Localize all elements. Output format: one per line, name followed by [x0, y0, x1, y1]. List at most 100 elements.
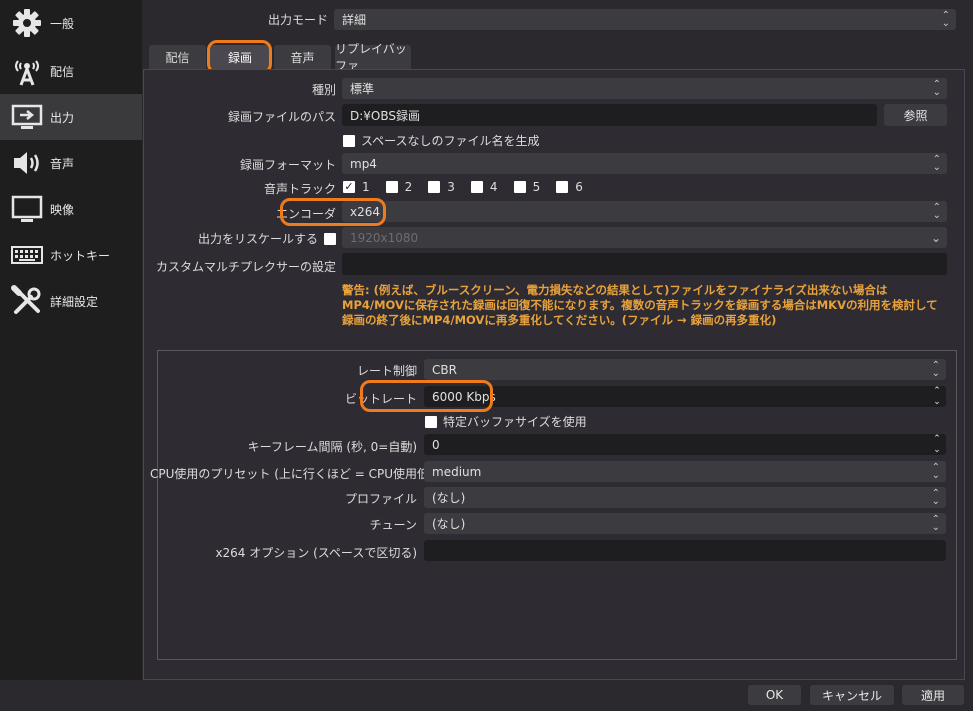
gear-icon [10, 6, 44, 40]
recording-format-value: mp4 [350, 156, 377, 171]
mp4-warning-text: 警告: (例えば、ブルースクリーン、電力損失などの結果として)ファイルをファイナ… [342, 283, 938, 327]
custom-buffer-label: 特定バッファサイズを使用 [443, 415, 587, 429]
nospace-checkbox-row[interactable]: スペースなしのファイル名を生成 [343, 132, 540, 149]
x264-options-label: x264 オプション (スペースで区切る) [215, 546, 417, 560]
recording-path-label: 録画ファイルのパス [227, 110, 336, 124]
track-1-checkbox[interactable]: ✓ [343, 181, 355, 193]
profile-select[interactable]: (なし) ⌃ ⌄ [424, 487, 946, 508]
monitor-icon [10, 192, 44, 226]
up-down-chevron-icon: ⌃ ⌄ [932, 153, 941, 173]
nospace-label: スペースなしのファイル名を生成 [361, 134, 540, 148]
browse-button[interactable]: 参照 [884, 104, 947, 126]
audio-tracks-group: ✓ 1 2 3 4 5 6 [343, 180, 583, 194]
sidebar-item-advanced[interactable]: 詳細設定 [0, 278, 142, 324]
spin-down-icon[interactable]: ⌄ [928, 445, 946, 456]
sidebar-item-output[interactable]: 出力 [0, 94, 142, 140]
sidebar-item-label: 出力 [50, 110, 75, 125]
preset-select[interactable]: medium ⌃ ⌄ [424, 461, 946, 482]
recording-type-select[interactable]: 標準 ⌃ ⌄ [342, 78, 947, 99]
track-5-checkbox[interactable] [513, 181, 526, 193]
encoder-highlight [280, 198, 386, 226]
nospace-checkbox[interactable] [343, 134, 355, 147]
keyboard-icon [10, 238, 44, 272]
track-label: 2 [404, 180, 413, 194]
sidebar-item-general[interactable]: 一般 [0, 0, 142, 46]
bitrate-spinner[interactable]: ⌃ ⌄ [928, 386, 946, 407]
settings-sidebar: 一般 配信 出力 音声 映像 ホットキー 詳細設定 [0, 0, 142, 680]
tab-label: 配信 [165, 50, 190, 65]
tools-icon [10, 284, 44, 318]
bitrate-highlight [360, 380, 493, 412]
encoder-select[interactable]: x264 ⌃ ⌄ [342, 201, 947, 222]
rate-control-value: CBR [432, 362, 457, 377]
sidebar-item-label: 映像 [50, 202, 75, 217]
muxer-input[interactable] [342, 253, 947, 275]
sidebar-item-video[interactable]: 映像 [0, 186, 142, 232]
custom-buffer-checkbox[interactable] [425, 415, 437, 428]
tab-replay-buffer[interactable]: リプレイバッファ [335, 42, 411, 73]
keyframe-spinner[interactable]: ⌃ ⌄ [928, 434, 946, 455]
up-down-chevron-icon: ⌃ ⌄ [941, 9, 950, 29]
up-down-chevron-icon: ⌃ ⌄ [932, 78, 941, 98]
track-label: 3 [447, 180, 455, 194]
spin-up-icon[interactable]: ⌃ [928, 434, 946, 445]
cancel-button[interactable]: キャンセル [810, 685, 894, 705]
recording-path-value: D:¥OBS録画 [350, 108, 421, 123]
sidebar-item-label: 配信 [50, 64, 75, 79]
tab-audio[interactable]: 音声 [274, 45, 331, 69]
bitrate-input[interactable]: 6000 Kbps ⌃ ⌄ [424, 386, 946, 407]
custom-buffer-row[interactable]: 特定バッファサイズを使用 [425, 413, 587, 430]
track-label: 1 [362, 180, 370, 194]
rescale-label: 出力をリスケールする [197, 232, 318, 246]
up-down-chevron-icon: ⌃ ⌄ [931, 513, 940, 533]
tab-stream[interactable]: 配信 [149, 45, 206, 69]
spin-up-icon[interactable]: ⌃ [928, 386, 946, 397]
rate-control-label: レート制御 [356, 364, 417, 378]
keyframe-input[interactable]: 0 ⌃ ⌄ [424, 434, 946, 455]
output-monitor-icon [10, 100, 44, 134]
ok-button[interactable]: OK [748, 685, 801, 705]
recording-type-label: 種別 [311, 83, 336, 97]
track-label: 5 [532, 180, 541, 194]
recording-format-select[interactable]: mp4 ⌃ ⌄ [342, 153, 947, 174]
apply-button-label: 適用 [920, 688, 945, 703]
sidebar-item-label: 一般 [50, 16, 75, 31]
profile-label: プロファイル [344, 492, 417, 506]
sidebar-item-label: 詳細設定 [50, 294, 99, 309]
preset-label: CPU使用のプリセット (上に行くほど = CPU使用低い) [150, 467, 446, 481]
sidebar-item-stream[interactable]: 配信 [0, 48, 142, 94]
muxer-label: カスタムマルチプレクサーの設定 [155, 260, 336, 274]
spin-down-icon[interactable]: ⌄ [928, 397, 946, 408]
sidebar-item-audio[interactable]: 音声 [0, 140, 142, 186]
rate-control-select[interactable]: CBR ⌃ ⌄ [424, 359, 946, 380]
sidebar-item-label: 音声 [50, 156, 75, 171]
sidebar-item-hotkeys[interactable]: ホットキー [0, 232, 142, 278]
rescale-checkbox[interactable] [324, 232, 336, 245]
output-mode-value: 詳細 [342, 13, 367, 27]
speaker-icon [10, 146, 44, 180]
track-2-checkbox[interactable] [385, 181, 398, 193]
track-6-checkbox[interactable] [556, 181, 569, 193]
output-mode-label: 出力モード [267, 13, 328, 27]
track-label: 6 [575, 180, 583, 194]
track-4-checkbox[interactable] [470, 181, 483, 193]
up-down-chevron-icon: ⌃ ⌄ [931, 461, 940, 481]
ok-button-label: OK [765, 688, 784, 702]
cancel-button-label: キャンセル [821, 688, 882, 703]
tune-value: (なし) [432, 517, 466, 531]
up-down-chevron-icon: ⌃ ⌄ [932, 201, 941, 221]
recording-path-input[interactable]: D:¥OBS録画 [342, 104, 877, 126]
apply-button[interactable]: 適用 [902, 685, 964, 705]
keyframe-label: キーフレーム間隔 (秒, 0=自動) [247, 440, 417, 454]
x264-options-input[interactable] [424, 540, 946, 561]
up-down-chevron-icon: ⌃ ⌄ [931, 487, 940, 507]
output-mode-select[interactable]: 詳細 ⌃ ⌄ [334, 9, 956, 30]
rescale-select[interactable]: 1920x1080 ⌄ [342, 227, 947, 248]
track-3-checkbox[interactable] [428, 181, 441, 193]
tune-select[interactable]: (なし) ⌃ ⌄ [424, 513, 946, 534]
broadcast-antenna-icon [10, 54, 44, 88]
up-down-chevron-icon: ⌃ ⌄ [931, 359, 940, 379]
recording-type-value: 標準 [350, 82, 375, 96]
rescale-value: 1920x1080 [350, 230, 419, 245]
preset-value: medium [432, 464, 482, 479]
